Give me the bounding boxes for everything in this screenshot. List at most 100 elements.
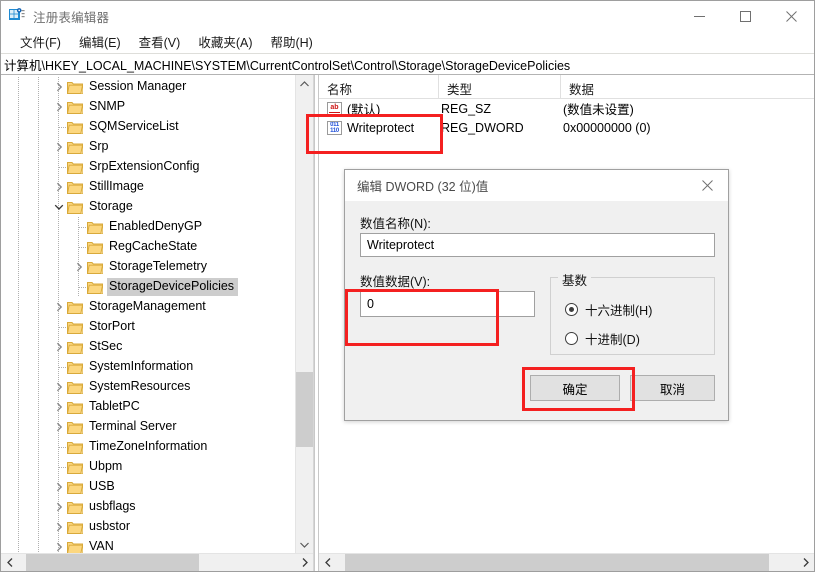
- menu-favorites[interactable]: 收藏夹(A): [189, 30, 261, 54]
- radio-decimal-indicator[interactable]: [565, 332, 578, 345]
- value-type-cell: REG_SZ: [441, 101, 492, 116]
- tree-item-enableddenygp[interactable]: EnabledDenyGP: [1, 217, 295, 237]
- radio-hexadecimal[interactable]: 十六进制(H): [565, 300, 652, 319]
- chevron-right-icon[interactable]: [51, 419, 67, 435]
- close-button[interactable]: [768, 1, 814, 31]
- tree-indent-guide: [38, 317, 39, 337]
- cancel-button[interactable]: 取消: [630, 375, 715, 401]
- tree-item-systeminformation[interactable]: SystemInformation: [1, 357, 295, 377]
- value-name-input[interactable]: Writeprotect: [360, 233, 715, 257]
- tree-item-van[interactable]: VAN: [1, 537, 295, 553]
- tree-item-snmp[interactable]: SNMP: [1, 97, 295, 117]
- base-group-label: 基数: [558, 270, 592, 289]
- tree-item-storage[interactable]: Storage: [1, 197, 295, 217]
- tree-item-tabletpc[interactable]: TabletPC: [1, 397, 295, 417]
- tree-item-systemresources[interactable]: SystemResources: [1, 377, 295, 397]
- chevron-down-icon[interactable]: [51, 199, 67, 215]
- list-hscroll-thumb[interactable]: [345, 554, 770, 571]
- tree-indent-guide: [38, 537, 39, 553]
- ok-button[interactable]: 确定: [530, 375, 620, 401]
- chevron-right-icon[interactable]: [51, 179, 67, 195]
- tree-hscroll-thumb[interactable]: [26, 554, 199, 571]
- tree-indent-guide: [58, 217, 59, 237]
- chevron-right-icon[interactable]: [51, 299, 67, 315]
- tree-indent-guide: [18, 217, 19, 237]
- list-horizontal-scrollbar[interactable]: [319, 553, 814, 571]
- chevron-right-icon[interactable]: [51, 499, 67, 515]
- chevron-right-icon[interactable]: [51, 519, 67, 535]
- registry-editor-window: 注册表编辑器 文件(F) 编辑(E) 查看(V) 收藏夹(A) 帮助(H) 计算…: [0, 0, 815, 572]
- menu-help[interactable]: 帮助(H): [261, 30, 321, 54]
- tree-item-usbstor[interactable]: usbstor: [1, 517, 295, 537]
- folder-icon: [66, 80, 84, 94]
- maximize-button[interactable]: [722, 1, 768, 31]
- value-row[interactable]: ab (默认) REG_SZ (数值未设置): [319, 99, 814, 118]
- column-header-name[interactable]: 名称: [319, 75, 439, 98]
- chevron-right-icon[interactable]: [71, 259, 87, 275]
- key-tree[interactable]: Session Manager SNMP SQMServiceList Srp SrpE…: [1, 75, 295, 553]
- tree-item-terminal-server[interactable]: Terminal Server: [1, 417, 295, 437]
- tree-item-label: SNMP: [89, 99, 126, 113]
- tree-horizontal-scrollbar[interactable]: [1, 553, 313, 571]
- menu-edit[interactable]: 编辑(E): [70, 30, 130, 54]
- chevron-right-icon[interactable]: [51, 79, 67, 95]
- tree-indent-guide: [18, 157, 19, 177]
- dialog-title: 编辑 DWORD (32 位)值: [357, 180, 489, 194]
- address-bar[interactable]: 计算机\HKEY_LOCAL_MACHINE\SYSTEM\CurrentCon…: [1, 53, 814, 75]
- tree-item-sqmservicelist[interactable]: SQMServiceList: [1, 117, 295, 137]
- chevron-right-icon[interactable]: [51, 339, 67, 355]
- chevron-right-icon[interactable]: [51, 399, 67, 415]
- chevron-right-icon[interactable]: [51, 479, 67, 495]
- tree-item-srp[interactable]: Srp: [1, 137, 295, 157]
- dialog-close-button[interactable]: [686, 170, 728, 201]
- radio-hexadecimal-indicator[interactable]: [565, 303, 578, 316]
- tree-indent-guide: [38, 197, 39, 217]
- tree-item-regcachestate[interactable]: RegCacheState: [1, 237, 295, 257]
- scroll-right-icon[interactable]: [797, 554, 814, 571]
- scroll-down-icon[interactable]: [296, 536, 313, 553]
- value-row[interactable]: 011 110 Writeprotect REG_DWORD 0x00000000 (0…: [319, 118, 814, 137]
- column-header-data[interactable]: 数据: [561, 75, 814, 98]
- tree-item-storagedevicepolicies[interactable]: StorageDevicePolicies: [1, 277, 295, 297]
- radio-decimal[interactable]: 十进制(D): [565, 329, 640, 348]
- chevron-right-icon[interactable]: [51, 379, 67, 395]
- menu-file[interactable]: 文件(F): [11, 30, 70, 54]
- tree-item-storagetelemetry[interactable]: StorageTelemetry: [1, 257, 295, 277]
- chevron-right-icon[interactable]: [51, 139, 67, 155]
- tree-vscroll-track[interactable]: [296, 92, 313, 536]
- scroll-right-icon[interactable]: [296, 554, 313, 571]
- menu-view[interactable]: 查看(V): [130, 30, 190, 54]
- tree-hscroll-track[interactable]: [18, 554, 296, 571]
- tree-item-label: StorPort: [89, 319, 135, 333]
- tree-indent-guide: [18, 377, 19, 397]
- tree-item-usb[interactable]: USB: [1, 477, 295, 497]
- value-data-cell: 0x00000000 (0): [563, 120, 651, 135]
- tree-item-session-manager[interactable]: Session Manager: [1, 77, 295, 97]
- tree-item-storport[interactable]: StorPort: [1, 317, 295, 337]
- scroll-left-icon[interactable]: [319, 554, 336, 571]
- list-hscroll-track[interactable]: [336, 554, 797, 571]
- tree-item-stillimage[interactable]: StillImage: [1, 177, 295, 197]
- folder-icon: [67, 540, 84, 553]
- tree-indent-guide: [58, 257, 59, 277]
- tree-item-stsec[interactable]: StSec: [1, 337, 295, 357]
- folder-icon: [66, 500, 84, 514]
- folder-icon: [86, 260, 104, 274]
- tree-item-label: StorageTelemetry: [109, 259, 207, 273]
- tree-vertical-scrollbar[interactable]: [295, 75, 313, 553]
- scroll-left-icon[interactable]: [1, 554, 18, 571]
- tree-item-ubpm[interactable]: Ubpm: [1, 457, 295, 477]
- tree-item-srpextensionconfig[interactable]: SrpExtensionConfig: [1, 157, 295, 177]
- tree-item-timezoneinformation[interactable]: TimeZoneInformation: [1, 437, 295, 457]
- folder-icon: [66, 160, 84, 174]
- scroll-up-icon[interactable]: [296, 75, 313, 92]
- value-data-input[interactable]: 0: [360, 291, 535, 317]
- tree-vscroll-thumb[interactable]: [296, 371, 313, 448]
- tree-item-label: RegCacheState: [109, 239, 198, 253]
- chevron-right-icon[interactable]: [51, 99, 67, 115]
- chevron-right-icon[interactable]: [51, 539, 67, 553]
- column-header-type[interactable]: 类型: [439, 75, 561, 98]
- tree-item-storagemanagement[interactable]: StorageManagement: [1, 297, 295, 317]
- minimize-button[interactable]: [676, 1, 722, 31]
- tree-item-usbflags[interactable]: usbflags: [1, 497, 295, 517]
